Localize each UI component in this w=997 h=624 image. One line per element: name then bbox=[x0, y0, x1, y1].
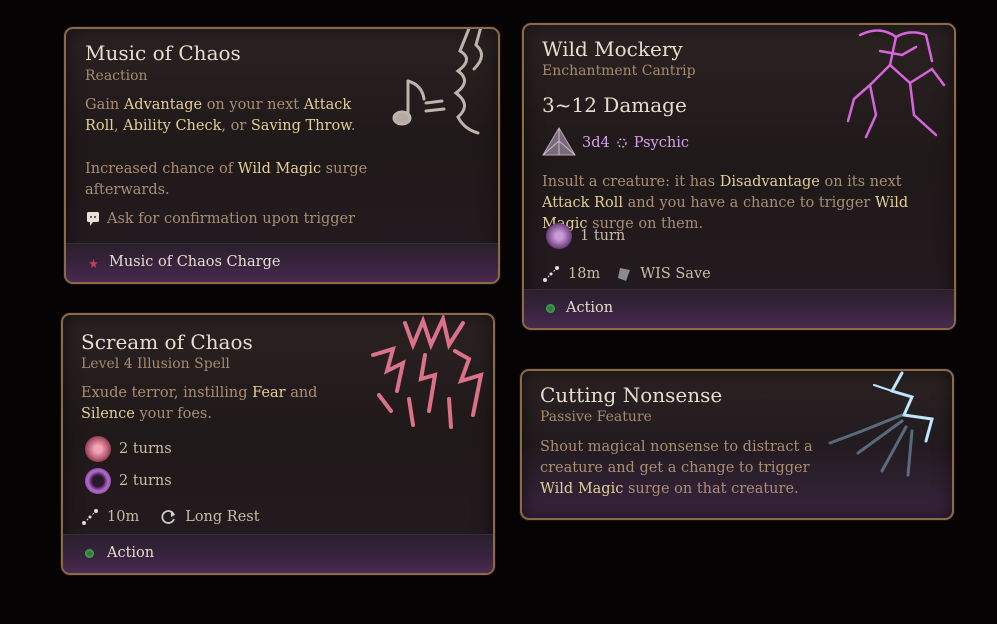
card-title: Cutting Nonsense bbox=[540, 383, 723, 407]
card-subtitle: Passive Feature bbox=[540, 409, 652, 425]
card-footer: Music of Chaos Charge bbox=[66, 243, 498, 282]
damage-range: 3~12 Damage bbox=[542, 93, 687, 117]
wild-mockery-art bbox=[846, 29, 946, 139]
scream-of-chaos-card[interactable]: Scream of Chaos Level 4 Illusion Spell E… bbox=[61, 313, 495, 575]
d4-dice-icon bbox=[542, 127, 576, 156]
card-footer: Action bbox=[524, 289, 954, 328]
damage-type: Psychic bbox=[633, 135, 689, 151]
speech-bubble-icon bbox=[87, 212, 99, 226]
card-footer: Action bbox=[63, 534, 493, 573]
cutting-nonsense-art bbox=[828, 371, 934, 477]
silence-status-icon bbox=[85, 468, 111, 494]
card-title: Wild Mockery bbox=[542, 37, 683, 61]
action-label: Action bbox=[566, 300, 614, 316]
recharge-label: Long Rest bbox=[185, 509, 260, 525]
damage-dice-row: 3d4 Psychic bbox=[542, 127, 689, 159]
recharge-icon bbox=[161, 510, 176, 524]
card-description-surge: Increased chance of Wild Magic surge aft… bbox=[85, 161, 368, 198]
psychic-icon bbox=[617, 138, 627, 148]
damage-dice: 3d4 bbox=[582, 135, 610, 151]
music-of-chaos-card[interactable]: Music of Chaos Reaction Gain Advantage o… bbox=[64, 27, 500, 284]
action-dot-icon bbox=[546, 304, 555, 313]
duration-label: 1 turn bbox=[580, 228, 626, 244]
charge-label: Music of Chaos Charge bbox=[109, 254, 281, 270]
card-description: Exude terror, instilling Fear and Silenc… bbox=[81, 385, 318, 422]
fear-duration-label: 2 turns bbox=[119, 441, 172, 457]
scream-chaos-art bbox=[371, 315, 484, 429]
card-description: Gain Advantage on your next Attack Roll,… bbox=[85, 97, 356, 134]
card-description: Shout magical nonsense to distract a cre… bbox=[540, 439, 813, 497]
range-icon bbox=[543, 266, 559, 282]
silence-duration-label: 2 turns bbox=[119, 473, 172, 489]
card-title: Scream of Chaos bbox=[81, 330, 253, 354]
star-icon bbox=[89, 259, 98, 268]
range-label: 10m bbox=[107, 509, 140, 525]
range-label: 18m bbox=[568, 266, 601, 282]
action-dot-icon bbox=[85, 549, 94, 558]
confirmation-toggle[interactable]: Ask for confirmation upon trigger bbox=[87, 211, 355, 227]
music-chaos-art bbox=[392, 29, 483, 135]
fear-duration-row: 2 turns bbox=[85, 436, 172, 462]
card-subtitle: Level 4 Illusion Spell bbox=[81, 356, 230, 372]
action-label: Action bbox=[107, 545, 155, 561]
cutting-nonsense-card[interactable]: Cutting Nonsense Passive Feature Shout m… bbox=[520, 369, 954, 520]
save-shield-icon bbox=[618, 268, 631, 281]
confirmation-label: Ask for confirmation upon trigger bbox=[107, 211, 356, 227]
card-subtitle: Reaction bbox=[85, 68, 148, 84]
range-save-row: 18m WIS Save bbox=[542, 265, 711, 283]
save-label: WIS Save bbox=[640, 266, 711, 282]
fear-status-icon bbox=[85, 436, 111, 462]
silence-duration-row: 2 turns bbox=[85, 468, 172, 494]
card-title: Music of Chaos bbox=[85, 41, 241, 65]
range-icon bbox=[82, 509, 98, 525]
mockery-status-icon bbox=[546, 223, 572, 249]
card-subtitle: Enchantment Cantrip bbox=[542, 63, 696, 79]
duration-row: 1 turn bbox=[546, 223, 625, 249]
wild-mockery-card[interactable]: Wild Mockery Enchantment Cantrip 3~12 Da… bbox=[522, 23, 956, 330]
range-recharge-row: 10m Long Rest bbox=[81, 508, 260, 526]
